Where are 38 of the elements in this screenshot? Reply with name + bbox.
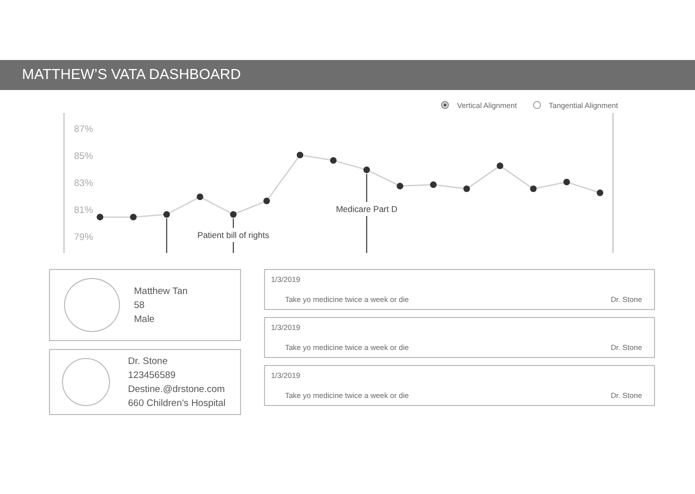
avatar-circle — [64, 278, 120, 332]
data-point — [163, 211, 170, 218]
data-point — [463, 185, 470, 192]
data-point — [296, 152, 304, 158]
doctor-phone: 123456589 — [128, 370, 177, 380]
patient-sex: Male — [134, 314, 156, 324]
data-point — [496, 162, 504, 170]
axis-tick-label: 81% — [74, 205, 94, 216]
axis-tick-label: 87% — [74, 124, 94, 135]
annotation-label: Patient bill of rights — [197, 230, 270, 240]
doctor-name: Dr. Stone — [128, 356, 169, 366]
patient-age: 58 — [134, 300, 146, 310]
data-point — [563, 178, 570, 186]
annotation-line — [366, 216, 368, 253]
data-point — [196, 194, 204, 200]
doctor-address: 660 Children’s Hospital — [128, 398, 226, 408]
avatar-circle — [62, 358, 110, 406]
data-point — [530, 185, 537, 192]
annotation-line — [232, 242, 234, 253]
doctor-email: Destine.@drstone.com — [128, 384, 226, 394]
annotation-line — [166, 218, 168, 253]
data-point — [130, 214, 137, 220]
data-point — [263, 198, 270, 204]
annotation-label: Medicare Part D — [336, 204, 398, 214]
data-point — [96, 214, 104, 220]
data-point — [330, 157, 337, 164]
axis-tick-label: 83% — [74, 178, 94, 189]
patient-name: Matthew Tan — [134, 286, 188, 296]
data-point — [596, 190, 604, 196]
data-point — [230, 211, 237, 218]
data-point — [363, 166, 370, 174]
axis-tick-label: 79% — [74, 232, 94, 243]
data-point — [396, 182, 404, 190]
axis-tick-label: 85% — [74, 151, 94, 162]
annotation-line — [366, 173, 368, 202]
annotation-line — [232, 218, 234, 228]
data-point — [430, 181, 437, 188]
dashboard-title: MATTHEW’S VATA DASHBOARD — [22, 67, 241, 83]
